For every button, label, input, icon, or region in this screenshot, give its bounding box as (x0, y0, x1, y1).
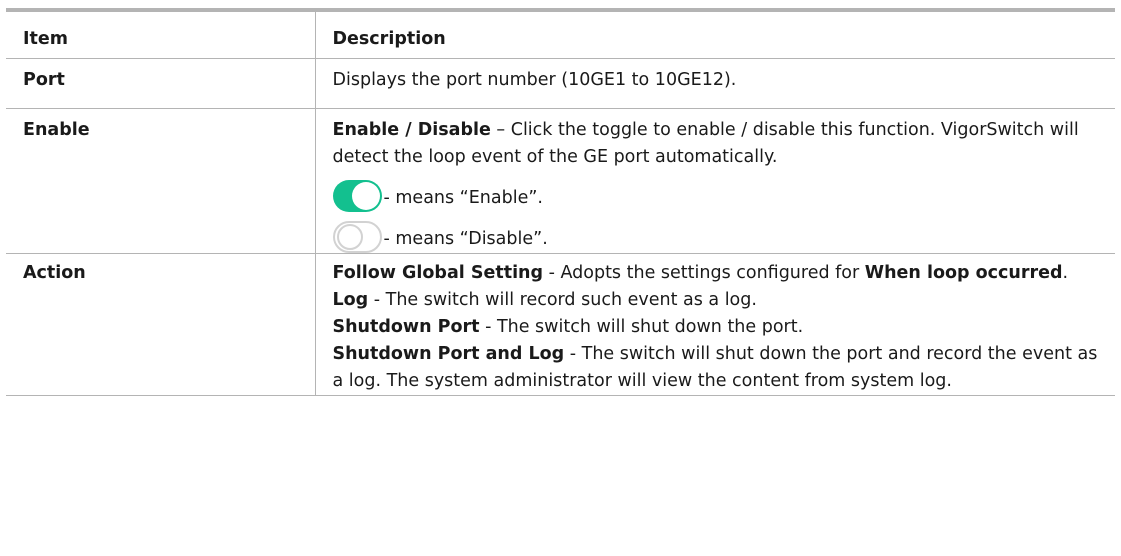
table-row-action: Action Follow Global Setting - Adopts th… (6, 253, 1115, 395)
when-loop-occurred-ref: When loop occurred (864, 262, 1063, 283)
log-text: - The switch will record such event as a… (368, 289, 757, 310)
enable-legend-text: - means “Enable”. (383, 187, 544, 208)
action-shutdown-log: Shutdown Port and Log - The switch will … (333, 341, 1106, 395)
enable-term: Enable / Disable (332, 119, 491, 140)
toggle-off-icon (332, 220, 382, 253)
follow-global-end: . (1062, 262, 1069, 283)
action-follow-global: Follow Global Setting - Adopts the setti… (333, 260, 1106, 287)
item-action: Action (6, 253, 316, 395)
table-row-port: Port Displays the port number (10GE1 to … (6, 58, 1115, 108)
shutdown-text: - The switch will shut down the port. (479, 316, 804, 337)
description-action: Follow Global Setting - Adopts the setti… (315, 253, 1115, 395)
description-port: Displays the port number (10GE1 to 10GE1… (332, 69, 737, 90)
description-enable: Enable / Disable – Click the toggle to e… (315, 108, 1115, 253)
shutdown-term: Shutdown Port (332, 316, 480, 337)
disable-legend-text: - means “Disable”. (383, 228, 548, 249)
item-port: Port (6, 58, 316, 108)
header-description: Description (332, 29, 446, 49)
description-table: Item Description Port Displays the port … (6, 8, 1115, 396)
follow-global-text: - Adopts the settings configured for (543, 262, 865, 283)
disable-legend: - means “Disable”. (332, 212, 1106, 253)
item-enable: Enable (6, 108, 316, 253)
enable-legend: - means “Enable”. (332, 171, 1106, 212)
enable-paragraph: Enable / Disable – Click the toggle to e… (333, 117, 1106, 171)
follow-global-term: Follow Global Setting (332, 262, 544, 283)
header-row: Item Description (6, 10, 1115, 58)
action-log: Log - The switch will record such event … (333, 287, 1106, 314)
shutdown-log-term: Shutdown Port and Log (332, 343, 565, 364)
table-row-enable: Enable Enable / Disable – Click the togg… (6, 108, 1115, 253)
toggle-on-icon (332, 179, 382, 212)
action-shutdown: Shutdown Port - The switch will shut dow… (333, 314, 1106, 341)
log-term: Log (332, 289, 369, 310)
header-item: Item (6, 10, 316, 58)
